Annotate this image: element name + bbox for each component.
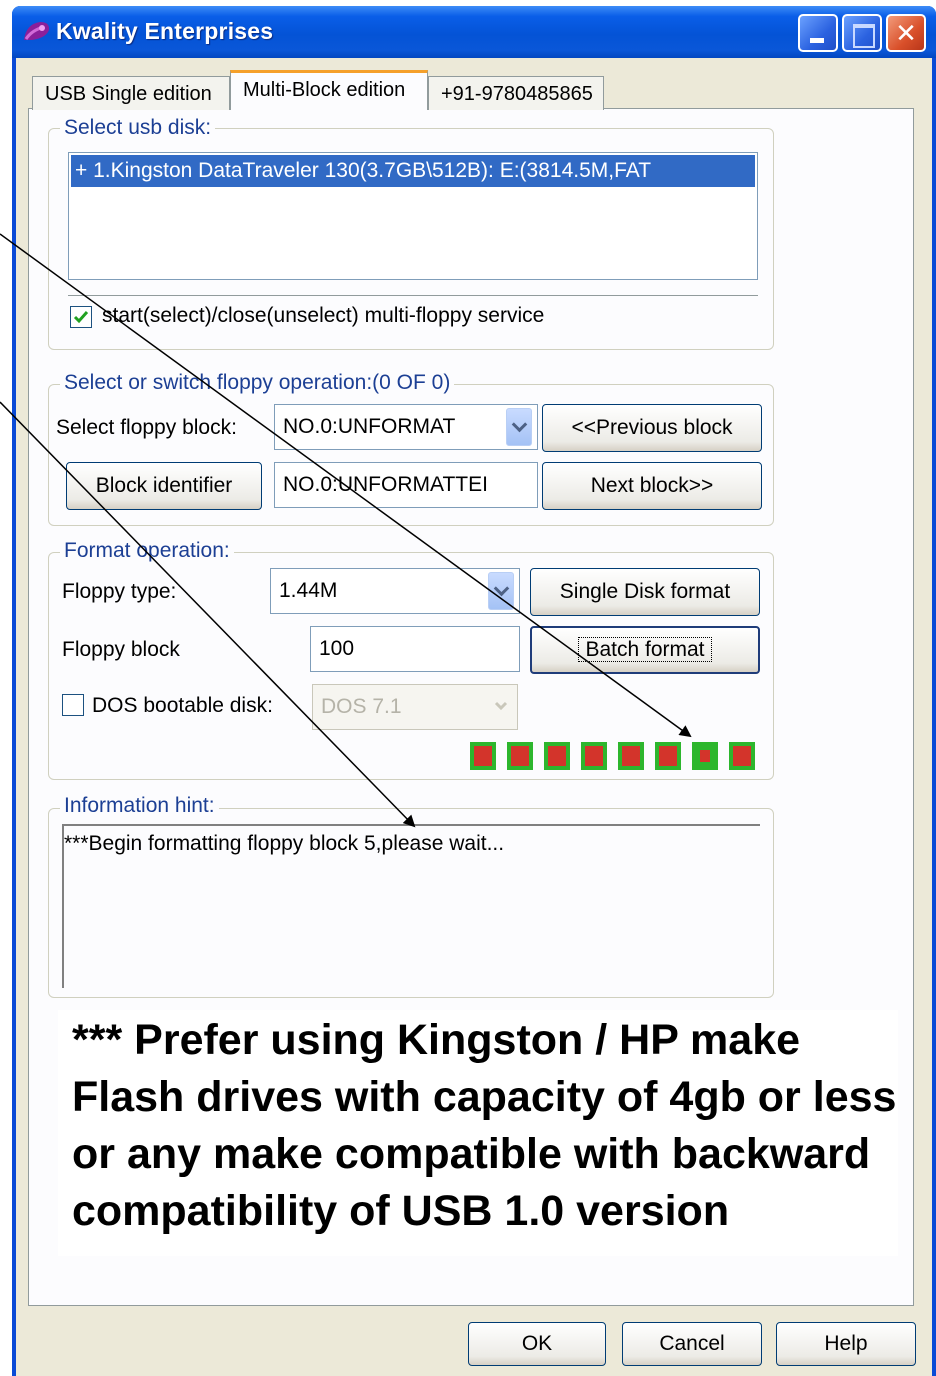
single-disk-format-button[interactable]: Single Disk format [530, 568, 760, 616]
format-operation-legend: Format operation: [60, 539, 234, 563]
information-hint-text: ***Begin formatting floppy block 5,pleas… [64, 832, 505, 855]
close-button[interactable]: ✕ [886, 14, 926, 52]
tab-multi-block-edition[interactable]: Multi-Block edition [230, 70, 428, 110]
block-status-lamp [581, 742, 607, 770]
chevron-down-icon [488, 688, 514, 726]
block-status-lamp [470, 742, 496, 770]
select-floppy-block-label: Select floppy block: [56, 416, 237, 439]
block-status-lamp [507, 742, 533, 770]
block-identifier-field[interactable]: NO.0:UNFORMATTEI [274, 462, 538, 508]
minimize-button[interactable] [798, 14, 838, 52]
usb-disk-list-item[interactable]: + 1.Kingston DataTraveler 130(3.7GB\512B… [71, 155, 755, 187]
floppy-type-select[interactable]: 1.44M [270, 568, 520, 614]
dos-bootable-checkbox[interactable] [62, 694, 84, 716]
chevron-down-icon[interactable] [506, 408, 532, 446]
divider [68, 295, 758, 296]
block-identifier-button[interactable]: Block identifier [66, 462, 262, 510]
tab-usb-single-edition[interactable]: USB Single edition [32, 76, 230, 110]
floppy-type-value: 1.44M [279, 579, 338, 602]
block-status-lamp [618, 742, 644, 770]
multi-floppy-service-checkbox[interactable] [70, 306, 92, 328]
dos-bootable-label: DOS bootable disk: [92, 694, 273, 717]
floppy-block-count-field[interactable]: 100 [310, 626, 520, 672]
batch-format-button[interactable]: Batch format [530, 626, 760, 674]
usb-compatibility-note: *** Prefer using Kingston / HP make Flas… [72, 1016, 897, 1235]
window-title: Kwality Enterprises [56, 18, 274, 44]
block-status-lamp [692, 742, 718, 770]
usb-disk-legend: Select usb disk: [60, 116, 216, 140]
checkmark-icon [73, 311, 89, 324]
floppy-block-label: Floppy block [62, 638, 180, 661]
floppy-operation-legend: Select or switch floppy operation:(0 OF … [60, 371, 455, 395]
ok-button[interactable]: OK [468, 1322, 606, 1366]
close-icon: ✕ [895, 18, 917, 48]
help-button[interactable]: Help [776, 1322, 916, 1366]
block-status-lamp [544, 742, 570, 770]
maximize-button[interactable] [842, 14, 882, 52]
multi-floppy-service-label: start(select)/close(unselect) multi-flop… [102, 304, 545, 327]
information-hint-legend: Information hint: [60, 794, 219, 818]
batch-format-label: Batch format [578, 637, 712, 662]
next-block-button[interactable]: Next block>> [542, 462, 762, 510]
floppy-block-select[interactable]: NO.0:UNFORMAT [274, 404, 538, 450]
floppy-block-select-value: NO.0:UNFORMAT [283, 415, 456, 438]
app-icon [22, 18, 52, 44]
tab-phone-number[interactable]: +91-9780485865 [428, 76, 604, 110]
block-status-lamp [729, 742, 755, 770]
previous-block-button[interactable]: <<Previous block [542, 404, 762, 452]
maximize-icon [853, 24, 875, 48]
cancel-button[interactable]: Cancel [622, 1322, 762, 1366]
floppy-type-label: Floppy type: [62, 580, 177, 603]
block-status-lamp [655, 742, 681, 770]
minimize-icon [810, 38, 824, 43]
chevron-down-icon[interactable] [488, 572, 514, 610]
